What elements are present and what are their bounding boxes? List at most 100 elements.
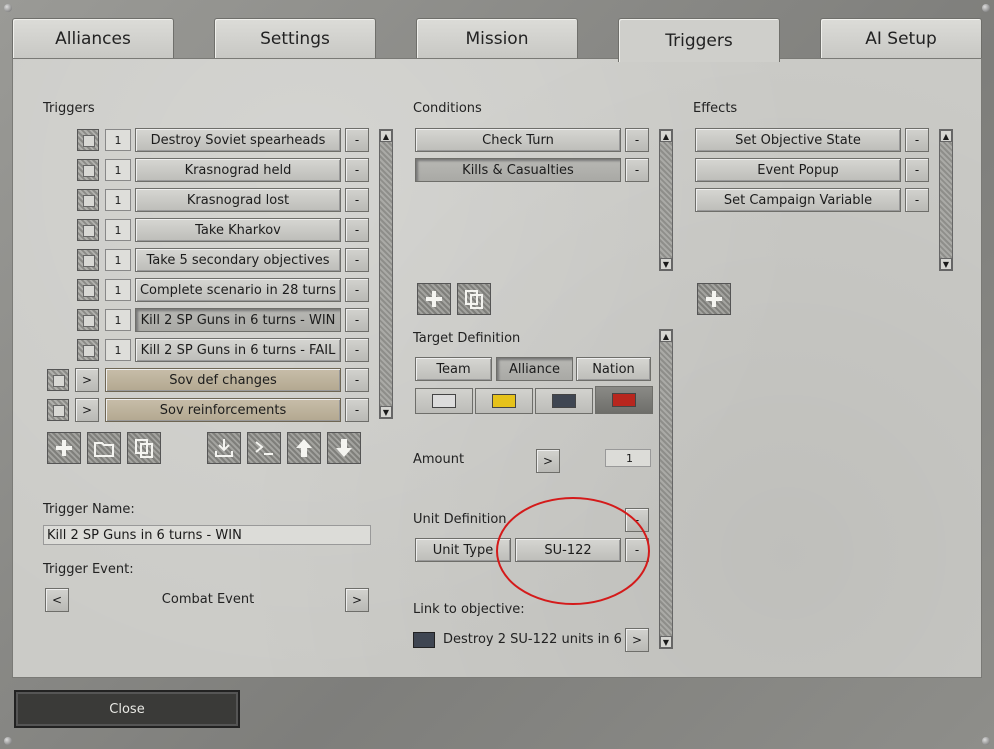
tab-mission[interactable]: Mission [416, 18, 578, 58]
copy-condition-button[interactable] [457, 283, 491, 315]
trigger-checkbox[interactable] [77, 279, 99, 301]
trigger-count: 1 [105, 339, 131, 361]
unit-definition-label: Unit Definition [413, 512, 507, 527]
add-condition-button[interactable] [417, 283, 451, 315]
trigger-checkbox[interactable] [47, 369, 69, 391]
trigger-checkbox[interactable] [77, 129, 99, 151]
effects-scrollbar[interactable]: ▲ ▼ [939, 129, 953, 271]
trigger-remove-button[interactable]: - [345, 218, 369, 242]
add-effect-button[interactable] [697, 283, 731, 315]
trigger-item[interactable]: Kill 2 SP Guns in 6 turns - FAIL [135, 338, 341, 362]
trigger-count: 1 [105, 219, 131, 241]
condition-kills-casualties[interactable]: Kills & Casualties [415, 158, 621, 182]
trigger-checkbox[interactable] [77, 339, 99, 361]
folder-icon [94, 442, 114, 457]
color-red-swatch[interactable] [595, 386, 653, 414]
trigger-checkbox[interactable] [77, 249, 99, 271]
effect-set-campaign-variable[interactable]: Set Campaign Variable [695, 188, 901, 212]
scroll-down-arrow-icon[interactable]: ▼ [380, 406, 392, 418]
trigger-remove-button[interactable]: - [345, 278, 369, 302]
scroll-up-arrow-icon[interactable]: ▲ [660, 130, 672, 142]
scroll-down-arrow-icon[interactable]: ▼ [660, 258, 672, 270]
trigger-remove-button[interactable]: - [345, 308, 369, 332]
move-down-button[interactable] [327, 432, 361, 464]
trigger-remove-button[interactable]: - [345, 158, 369, 182]
tab-ai-setup[interactable]: AI Setup [820, 18, 982, 58]
target-scrollbar[interactable]: ▲ ▼ [659, 329, 673, 649]
condition-check-turn[interactable]: Check Turn [415, 128, 621, 152]
copy-icon [465, 290, 483, 309]
trigger-remove-button[interactable]: - [345, 188, 369, 212]
import-button[interactable] [207, 432, 241, 464]
trigger-checkbox[interactable] [47, 399, 69, 421]
effect-remove-button[interactable]: - [905, 188, 929, 212]
scroll-up-arrow-icon[interactable]: ▲ [380, 130, 392, 142]
trigger-event-label: Trigger Event: [43, 562, 134, 577]
copy-icon [135, 439, 153, 458]
console-button[interactable] [247, 432, 281, 464]
rivet [4, 737, 12, 745]
tab-triggers[interactable]: Triggers [618, 18, 780, 62]
close-button[interactable]: Close [14, 690, 240, 728]
condition-remove-button[interactable]: - [625, 128, 649, 152]
scroll-up-arrow-icon[interactable]: ▲ [660, 330, 672, 342]
tab-alliances[interactable]: Alliances [12, 18, 174, 58]
trigger-remove-button[interactable]: - [345, 128, 369, 152]
amount-input[interactable]: 1 [605, 449, 651, 467]
trigger-count: 1 [105, 159, 131, 181]
trigger-item[interactable]: Krasnograd held [135, 158, 341, 182]
rivet [982, 4, 990, 12]
trigger-item[interactable]: Sov def changes [105, 368, 341, 392]
scroll-down-arrow-icon[interactable]: ▼ [660, 636, 672, 648]
trigger-item[interactable]: Destroy Soviet spearheads [135, 128, 341, 152]
trigger-name-input[interactable]: Kill 2 SP Guns in 6 turns - WIN [43, 525, 371, 545]
color-white-swatch[interactable] [415, 388, 473, 414]
trigger-group-expand-button[interactable]: > [75, 398, 99, 422]
trigger-group-expand-button[interactable]: > [75, 368, 99, 392]
trigger-item[interactable]: Sov reinforcements [105, 398, 341, 422]
trigger-checkbox[interactable] [77, 309, 99, 331]
plus-icon [706, 291, 722, 307]
effect-remove-button[interactable]: - [905, 128, 929, 152]
target-nation-button[interactable]: Nation [576, 357, 651, 381]
color-dark-swatch[interactable] [535, 388, 593, 414]
scroll-up-arrow-icon[interactable]: ▲ [940, 130, 952, 142]
event-prev-button[interactable]: < [45, 588, 69, 612]
trigger-checkbox[interactable] [77, 159, 99, 181]
trigger-remove-button[interactable]: - [345, 338, 369, 362]
target-team-button[interactable]: Team [415, 357, 492, 381]
trigger-list-scrollbar[interactable]: ▲ ▼ [379, 129, 393, 419]
trigger-item[interactable]: Complete scenario in 28 turns [135, 278, 341, 302]
amount-button[interactable]: > [536, 449, 560, 473]
link-objective-button[interactable]: > [625, 628, 649, 652]
trigger-remove-button[interactable]: - [345, 368, 369, 392]
trigger-remove-button[interactable]: - [345, 398, 369, 422]
trigger-remove-button[interactable]: - [345, 248, 369, 272]
trigger-count: 1 [105, 249, 131, 271]
effect-set-objective-state[interactable]: Set Objective State [695, 128, 901, 152]
folder-button[interactable] [87, 432, 121, 464]
target-alliance-button[interactable]: Alliance [496, 357, 573, 381]
trigger-item[interactable]: Take Kharkov [135, 218, 341, 242]
color-chip [432, 394, 456, 408]
scroll-down-arrow-icon[interactable]: ▼ [940, 258, 952, 270]
color-yellow-swatch[interactable] [475, 388, 533, 414]
add-trigger-button[interactable] [47, 432, 81, 464]
condition-remove-button[interactable]: - [625, 158, 649, 182]
trigger-item[interactable]: Take 5 secondary objectives [135, 248, 341, 272]
trigger-item[interactable]: Kill 2 SP Guns in 6 turns - WIN [135, 308, 341, 332]
trigger-item[interactable]: Krasnograd lost [135, 188, 341, 212]
effect-remove-button[interactable]: - [905, 158, 929, 182]
trigger-name-label: Trigger Name: [43, 502, 135, 517]
trigger-checkbox[interactable] [77, 189, 99, 211]
target-definition-header: Target Definition [413, 331, 521, 346]
tab-settings[interactable]: Settings [214, 18, 376, 58]
terminal-icon [255, 441, 273, 455]
trigger-checkbox[interactable] [77, 219, 99, 241]
effect-event-popup[interactable]: Event Popup [695, 158, 901, 182]
move-up-button[interactable] [287, 432, 321, 464]
event-next-button[interactable]: > [345, 588, 369, 612]
plus-icon [426, 291, 442, 307]
copy-trigger-button[interactable] [127, 432, 161, 464]
conditions-scrollbar[interactable]: ▲ ▼ [659, 129, 673, 271]
